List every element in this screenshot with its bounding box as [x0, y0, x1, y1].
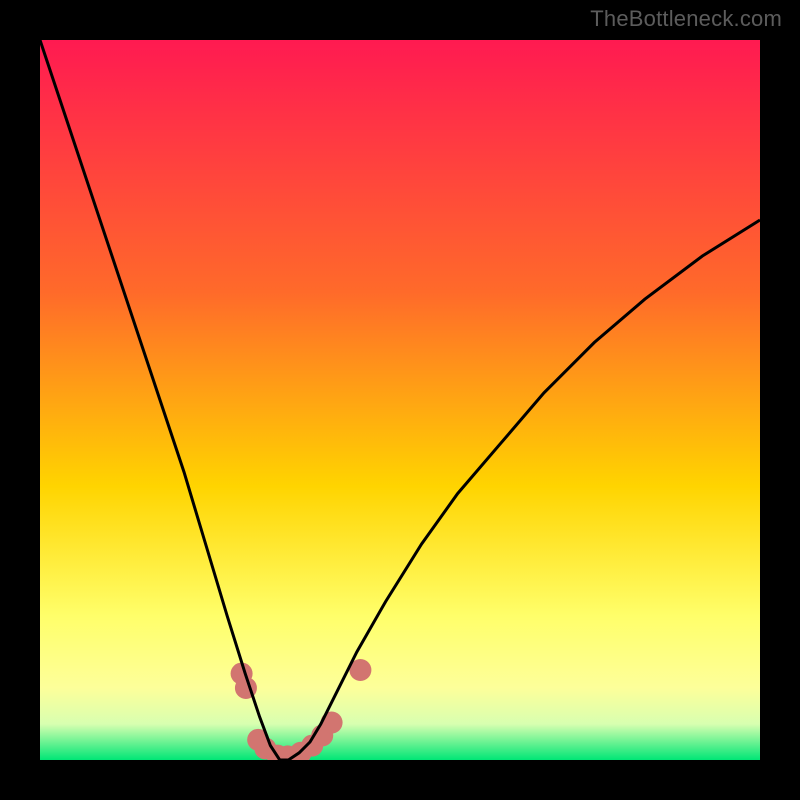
data-markers: [231, 659, 372, 760]
bottleneck-curve: [40, 40, 760, 760]
watermark-text: TheBottleneck.com: [590, 6, 782, 32]
curve-layer: [40, 40, 760, 760]
plot-area: [40, 40, 760, 760]
chart-frame: TheBottleneck.com: [0, 0, 800, 800]
